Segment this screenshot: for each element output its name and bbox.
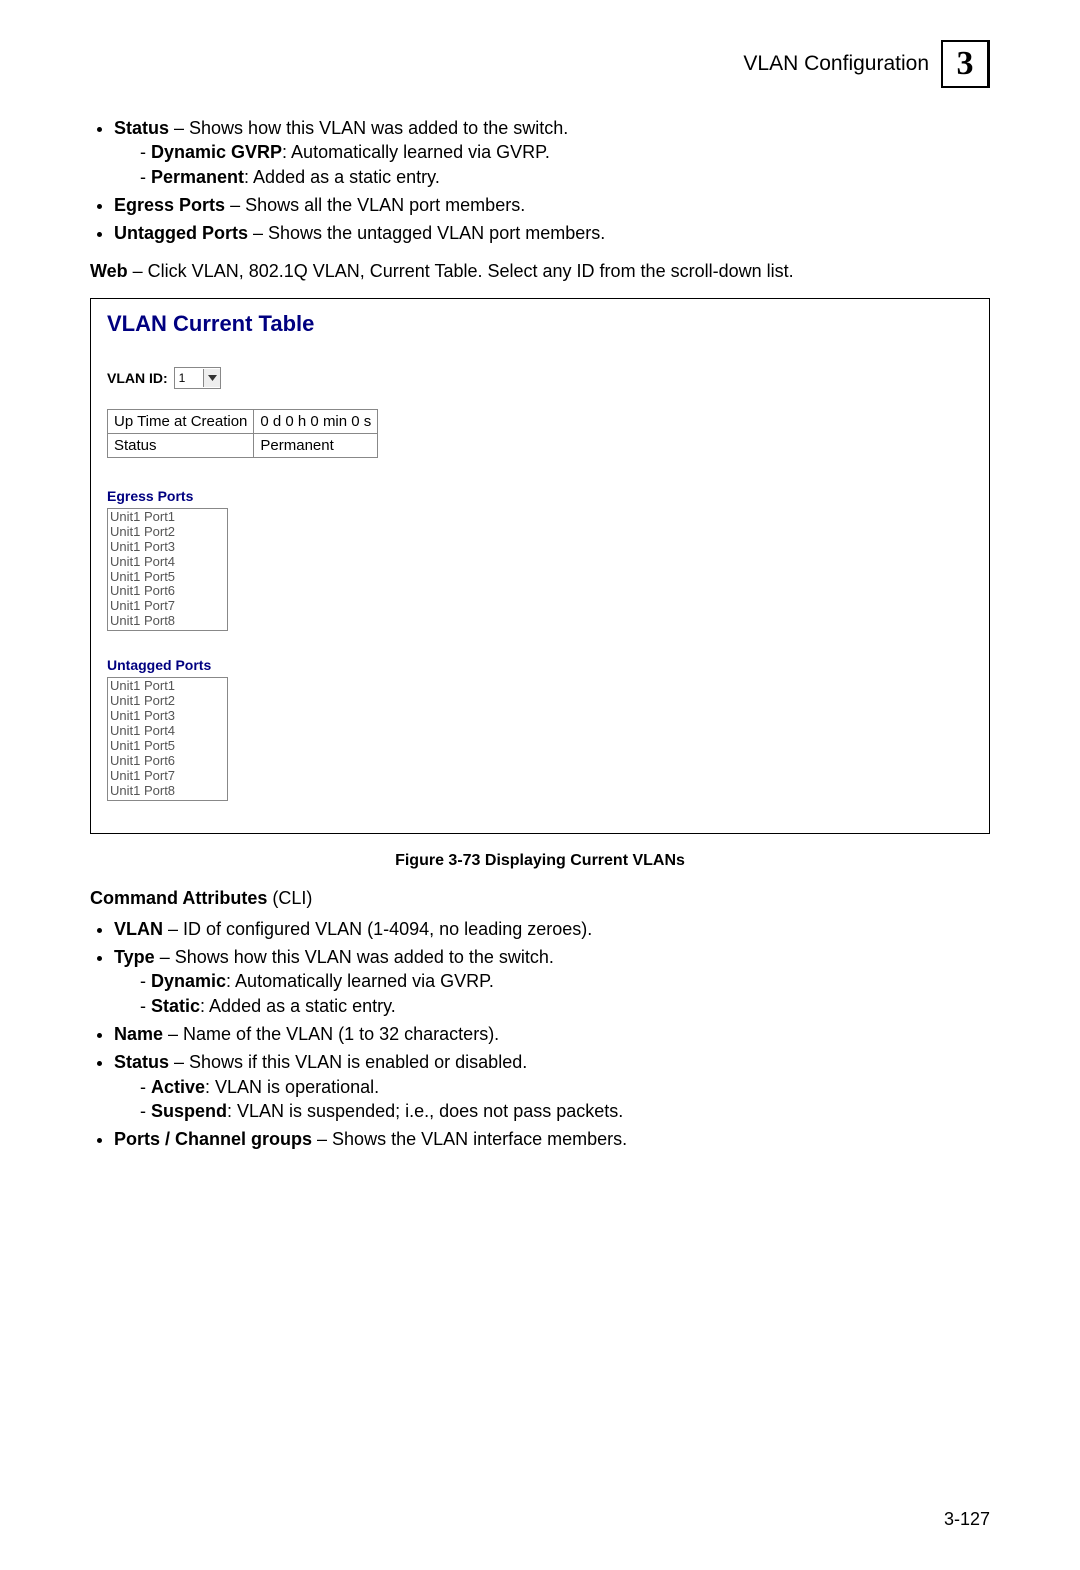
egress-term: Egress Ports bbox=[114, 195, 225, 215]
chevron-down-icon[interactable] bbox=[203, 369, 220, 387]
cli-dynamic-line: - Dynamic: Automatically learned via GVR… bbox=[140, 969, 990, 993]
status-bullet: Status – Shows how this VLAN was added t… bbox=[114, 116, 990, 189]
list-item[interactable]: Unit1 Port8 bbox=[110, 784, 225, 799]
list-item[interactable]: Unit1 Port6 bbox=[110, 584, 225, 599]
cli-active-desc: : VLAN is operational. bbox=[205, 1077, 379, 1097]
egress-sep: – bbox=[225, 195, 245, 215]
vlan-id-label: VLAN ID: bbox=[107, 370, 168, 386]
top-bullet-list: Status – Shows how this VLAN was added t… bbox=[90, 116, 990, 245]
cli-suspend-desc: : VLAN is suspended; i.e., does not pass… bbox=[227, 1101, 623, 1121]
list-item[interactable]: Unit1 Port4 bbox=[110, 724, 225, 739]
cli-active-line: - Active: VLAN is operational. bbox=[140, 1075, 990, 1099]
vlan-current-table-panel: VLAN Current Table VLAN ID: 1 Up Time at… bbox=[90, 298, 990, 834]
list-item[interactable]: Unit1 Port7 bbox=[110, 769, 225, 784]
cli-dynamic-desc: : Automatically learned via GVRP. bbox=[226, 971, 494, 991]
cli-static-term: Static bbox=[151, 996, 200, 1016]
list-item[interactable]: Unit1 Port3 bbox=[110, 540, 225, 555]
list-item[interactable]: Unit1 Port7 bbox=[110, 599, 225, 614]
cli-suspend-line: - Suspend: VLAN is suspended; i.e., does… bbox=[140, 1099, 990, 1123]
figure-caption: Figure 3-73 Displaying Current VLANs bbox=[90, 852, 990, 870]
dynamic-gvrp-line: - Dynamic GVRP: Automatically learned vi… bbox=[140, 140, 990, 164]
web-lead: Web bbox=[90, 261, 128, 281]
cli-type-term: Type bbox=[114, 947, 155, 967]
page-number: 3-127 bbox=[944, 1509, 990, 1530]
untagged-sep: – bbox=[248, 223, 268, 243]
web-rest: – Click VLAN, 802.1Q VLAN, Current Table… bbox=[128, 261, 794, 281]
untagged-bullet: Untagged Ports – Shows the untagged VLAN… bbox=[114, 221, 990, 245]
uptime-value: 0 d 0 h 0 min 0 s bbox=[254, 409, 378, 433]
status-label-cell: Status bbox=[108, 433, 254, 457]
egress-bullet: Egress Ports – Shows all the VLAN port m… bbox=[114, 193, 990, 217]
untagged-ports-listbox[interactable]: Unit1 Port1 Unit1 Port2 Unit1 Port3 Unit… bbox=[107, 677, 228, 801]
table-row: Status Permanent bbox=[108, 433, 378, 457]
info-table: Up Time at Creation 0 d 0 h 0 min 0 s St… bbox=[107, 409, 378, 458]
uptime-label: Up Time at Creation bbox=[108, 409, 254, 433]
list-item[interactable]: Unit1 Port8 bbox=[110, 614, 225, 629]
status-value-cell: Permanent bbox=[254, 433, 378, 457]
web-instruction: Web – Click VLAN, 802.1Q VLAN, Current T… bbox=[90, 259, 990, 283]
permanent-line: - Permanent: Added as a static entry. bbox=[140, 165, 990, 189]
panel-title: VLAN Current Table bbox=[107, 311, 973, 337]
list-item[interactable]: Unit1 Port1 bbox=[110, 679, 225, 694]
egress-desc: Shows all the VLAN port members. bbox=[245, 195, 525, 215]
cli-vlan-term: VLAN bbox=[114, 919, 163, 939]
cli-name-bullet: Name – Name of the VLAN (1 to 32 charact… bbox=[114, 1022, 990, 1046]
list-item[interactable]: Unit1 Port5 bbox=[110, 570, 225, 585]
cli-ports-desc: – Shows the VLAN interface members. bbox=[312, 1129, 627, 1149]
list-item[interactable]: Unit1 Port3 bbox=[110, 709, 225, 724]
untagged-ports-label: Untagged Ports bbox=[107, 657, 973, 673]
dynamic-gvrp-term: Dynamic GVRP bbox=[151, 142, 282, 162]
chapter-number-badge: 3 bbox=[941, 40, 990, 88]
cli-status-desc: – Shows if this VLAN is enabled or disab… bbox=[169, 1052, 527, 1072]
permanent-desc: : Added as a static entry. bbox=[244, 167, 440, 187]
cli-vlan-desc: – ID of configured VLAN (1-4094, no lead… bbox=[163, 919, 592, 939]
untagged-term: Untagged Ports bbox=[114, 223, 248, 243]
cli-ports-term: Ports / Channel groups bbox=[114, 1129, 312, 1149]
table-row: Up Time at Creation 0 d 0 h 0 min 0 s bbox=[108, 409, 378, 433]
cli-ports-bullet: Ports / Channel groups – Shows the VLAN … bbox=[114, 1127, 990, 1151]
cli-static-line: - Static: Added as a static entry. bbox=[140, 994, 990, 1018]
untagged-desc: Shows the untagged VLAN port members. bbox=[268, 223, 605, 243]
cli-vlan-bullet: VLAN – ID of configured VLAN (1-4094, no… bbox=[114, 917, 990, 941]
cli-dynamic-term: Dynamic bbox=[151, 971, 226, 991]
vlan-id-row: VLAN ID: 1 bbox=[107, 367, 973, 389]
list-item[interactable]: Unit1 Port1 bbox=[110, 510, 225, 525]
cli-status-term: Status bbox=[114, 1052, 169, 1072]
status-term: Status bbox=[114, 118, 169, 138]
cli-suspend-term: Suspend bbox=[151, 1101, 227, 1121]
dynamic-gvrp-desc: : Automatically learned via GVRP. bbox=[282, 142, 550, 162]
cli-type-desc: – Shows how this VLAN was added to the s… bbox=[155, 947, 554, 967]
page-header: VLAN Configuration 3 bbox=[90, 40, 990, 88]
egress-ports-listbox[interactable]: Unit1 Port1 Unit1 Port2 Unit1 Port3 Unit… bbox=[107, 508, 228, 632]
cli-static-desc: : Added as a static entry. bbox=[200, 996, 396, 1016]
list-item[interactable]: Unit1 Port2 bbox=[110, 525, 225, 540]
list-item[interactable]: Unit1 Port5 bbox=[110, 739, 225, 754]
list-item[interactable]: Unit1 Port4 bbox=[110, 555, 225, 570]
command-attributes-heading: Command Attributes (CLI) bbox=[90, 888, 990, 909]
vlan-id-select[interactable]: 1 bbox=[174, 367, 222, 389]
permanent-term: Permanent bbox=[151, 167, 244, 187]
list-item[interactable]: Unit1 Port6 bbox=[110, 754, 225, 769]
list-item[interactable]: Unit1 Port2 bbox=[110, 694, 225, 709]
status-sep: – bbox=[169, 118, 189, 138]
cmd-attr-paren: (CLI) bbox=[267, 888, 312, 908]
egress-ports-label: Egress Ports bbox=[107, 488, 973, 504]
cli-name-desc: – Name of the VLAN (1 to 32 characters). bbox=[163, 1024, 499, 1044]
cli-type-bullet: Type – Shows how this VLAN was added to … bbox=[114, 945, 990, 1018]
cli-name-term: Name bbox=[114, 1024, 163, 1044]
cli-active-term: Active bbox=[151, 1077, 205, 1097]
vlan-id-value: 1 bbox=[175, 371, 204, 385]
status-desc: Shows how this VLAN was added to the swi… bbox=[189, 118, 568, 138]
header-title: VLAN Configuration bbox=[743, 52, 929, 76]
cli-bullet-list: VLAN – ID of configured VLAN (1-4094, no… bbox=[90, 917, 990, 1152]
cmd-attr-lead: Command Attributes bbox=[90, 888, 267, 908]
cli-status-bullet: Status – Shows if this VLAN is enabled o… bbox=[114, 1050, 990, 1123]
